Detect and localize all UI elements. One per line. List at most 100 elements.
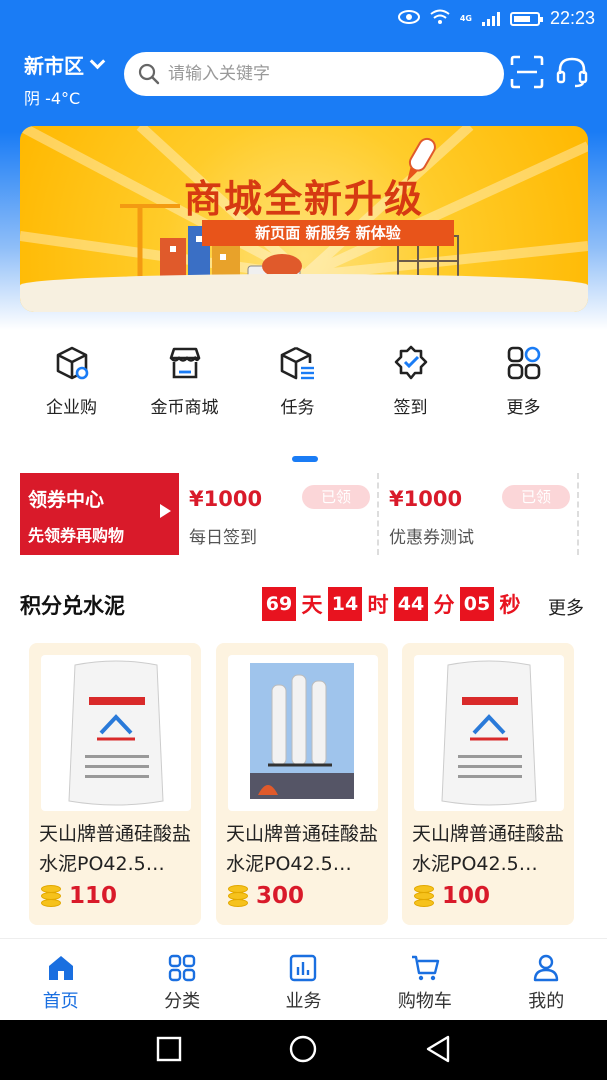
product-name: 天山牌普通硅酸盐水泥PO42.5… <box>226 823 379 875</box>
box-icon <box>56 346 88 380</box>
section-title: 积分兑水泥 <box>20 594 125 618</box>
back-icon[interactable] <box>426 1035 450 1063</box>
banner-title: 商城全新升级 <box>183 177 424 221</box>
countdown-unit: 时 <box>367 593 389 617</box>
countdown-unit: 分 <box>433 593 455 617</box>
location-selector[interactable]: 新市区 阴 -4°C <box>24 50 106 109</box>
home-nav-icon[interactable] <box>289 1035 317 1063</box>
banner-subtitle: 新页面 新服务 新体验 <box>202 220 454 246</box>
coupon-center-subtitle: 先领券再购物 <box>28 526 125 545</box>
customer-service-button[interactable] <box>555 55 589 89</box>
tab-category[interactable]: 分类 <box>121 939 242 1020</box>
product-card[interactable]: 天山牌普通硅酸盐水泥PO42.5… 110 <box>29 643 201 925</box>
menu-label: 签到 <box>393 398 428 418</box>
system-navigation-bar <box>0 1020 607 1080</box>
menu-label: 金币商城 <box>150 398 219 418</box>
points-value: 300 <box>256 883 305 909</box>
menu-label: 更多 <box>506 398 541 418</box>
weather-text: 阴 -4°C <box>24 89 81 108</box>
tab-cart[interactable]: 购物车 <box>364 939 485 1020</box>
coupon-status-badge: 已领 <box>302 485 370 509</box>
bottom-tab-bar: 首页 分类 业务 购物车 我的 <box>0 938 607 1020</box>
headset-icon <box>556 57 588 88</box>
countdown-hours: 14 <box>328 587 362 621</box>
product-card[interactable]: 天山牌普通硅酸盐水泥PO42.5… 300 <box>216 643 388 925</box>
menu-item-checkin[interactable]: 签到 <box>354 345 467 435</box>
menu-item-more[interactable]: 更多 <box>467 345 580 435</box>
section-more-link[interactable]: 更多 <box>548 594 584 620</box>
coin-icon <box>228 885 248 907</box>
product-points: 300 <box>228 883 304 909</box>
product-image <box>228 655 378 811</box>
menu-item-enterprise[interactable]: 企业购 <box>15 345 128 435</box>
recent-apps-icon[interactable] <box>156 1036 182 1062</box>
countdown-minutes: 44 <box>394 587 428 621</box>
business-icon <box>290 954 317 982</box>
tab-business[interactable]: 业务 <box>243 939 364 1020</box>
countdown-seconds: 05 <box>460 587 494 621</box>
status-bar: 4G 22:23 <box>0 0 607 40</box>
quick-menu: 企业购 金币商城 任务 签到 更多 <box>0 345 607 435</box>
chevron-down-icon <box>89 53 106 70</box>
scan-icon <box>510 55 544 89</box>
tab-label: 分类 <box>164 991 201 1012</box>
category-icon <box>168 954 196 982</box>
menu-item-tasks[interactable]: 任务 <box>241 345 354 435</box>
network-type: 4G <box>459 13 472 23</box>
coupon-center-title: 领券中心 <box>28 489 105 511</box>
menu-item-coin-mall[interactable]: 金币商城 <box>128 345 241 435</box>
product-name: 天山牌普通硅酸盐水泥PO42.5… <box>412 823 565 875</box>
search-bar[interactable] <box>124 52 504 96</box>
promo-banner[interactable]: 商城全新升级 新页面 新服务 新体验 <box>20 126 588 312</box>
coupon-price: ¥1000 <box>389 487 463 511</box>
store-icon <box>169 347 200 379</box>
tab-label: 业务 <box>285 991 322 1012</box>
search-input[interactable] <box>168 64 468 84</box>
menu-label: 任务 <box>280 398 315 418</box>
coin-icon <box>414 885 434 907</box>
coupon-card[interactable]: ¥1000 每日签到 已领 <box>181 473 379 555</box>
city-name: 新市区 <box>24 54 84 78</box>
coupon-card[interactable]: ¥1000 优惠券测试 已领 <box>381 473 579 555</box>
tab-home[interactable]: 首页 <box>0 939 121 1020</box>
coupon-status-badge: 已领 <box>502 485 570 509</box>
tab-label: 购物车 <box>397 991 452 1012</box>
coupon-price: ¥1000 <box>189 487 263 511</box>
tab-label: 我的 <box>528 991 565 1012</box>
home-icon <box>48 956 73 980</box>
arrow-right-icon <box>160 504 171 518</box>
product-card[interactable]: 天山牌普通硅酸盐水泥PO42.5… 100 <box>402 643 574 925</box>
points-value: 100 <box>442 883 491 909</box>
product-name: 天山牌普通硅酸盐水泥PO42.5… <box>39 823 192 875</box>
badge-check-icon <box>394 345 427 380</box>
status-time: 22:23 <box>549 8 595 28</box>
product-image <box>41 655 191 811</box>
product-image <box>414 655 564 811</box>
coupon-center-button[interactable]: 领券中心 先领券再购物 <box>20 473 179 555</box>
wifi-icon <box>430 9 450 29</box>
search-icon <box>138 63 160 85</box>
menu-page-indicator <box>292 456 318 462</box>
product-points: 110 <box>41 883 117 909</box>
countdown-unit: 天 <box>301 593 323 617</box>
coupon-desc: 每日签到 <box>189 528 257 548</box>
coin-icon <box>41 885 61 907</box>
countdown-timer: 69 天 14 时 44 分 05 秒 <box>262 587 524 621</box>
menu-label: 企业购 <box>46 398 97 418</box>
points-value: 110 <box>69 883 118 909</box>
cart-icon <box>411 955 440 981</box>
product-points: 100 <box>414 883 490 909</box>
banner-ground <box>20 274 588 312</box>
eye-icon <box>397 9 420 28</box>
countdown-unit: 秒 <box>499 593 521 617</box>
countdown-days: 69 <box>262 587 296 621</box>
grid-more-icon <box>507 346 540 380</box>
battery-icon <box>509 11 543 26</box>
tab-label: 首页 <box>42 991 79 1012</box>
task-box-icon <box>280 346 314 380</box>
tab-profile[interactable]: 我的 <box>486 939 607 1020</box>
coupon-desc: 优惠券测试 <box>389 528 474 548</box>
scan-button[interactable] <box>510 55 544 89</box>
signal-icon <box>481 11 500 26</box>
user-icon <box>534 954 559 982</box>
